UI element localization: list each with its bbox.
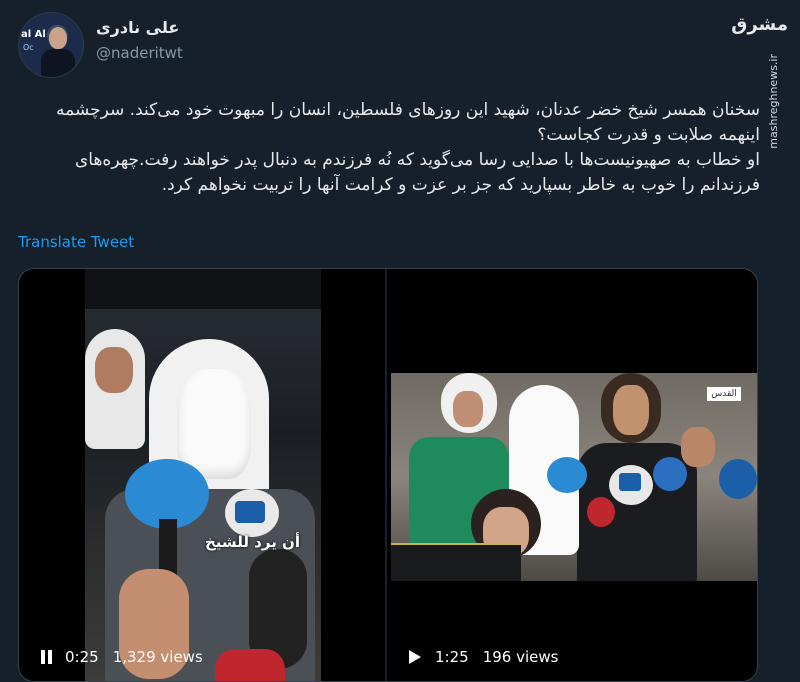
user-handle[interactable]: @naderitwt xyxy=(96,44,183,62)
translate-tweet-link[interactable]: Translate Tweet xyxy=(18,233,134,251)
pause-icon[interactable] xyxy=(41,650,53,664)
avatar-text-2: Oc xyxy=(23,43,34,52)
watermark-logo: مشرق xyxy=(731,14,788,35)
display-name[interactable]: علی نادری xyxy=(96,18,179,37)
view-count: 196 views xyxy=(482,648,559,666)
video-controls: 0:25 1,329 views xyxy=(19,633,385,681)
watermark-url: mashreghnews.ir xyxy=(767,54,780,149)
microphone-logo xyxy=(235,501,265,523)
tweet-text: سخنان همسر شیخ خضر عدنان، شهید این روزها… xyxy=(18,98,760,198)
microphone xyxy=(653,457,687,491)
video-controls: 1:25 196 views xyxy=(387,633,757,681)
avatar-text: al Al xyxy=(21,29,46,40)
video-player-1[interactable]: أن يرد للشيخ 0:25 1,329 views xyxy=(19,269,385,681)
person-face xyxy=(95,347,133,393)
video-player-2[interactable]: القدس 1:25 196 views xyxy=(387,269,757,681)
person-face xyxy=(681,427,715,467)
video-caption: أن يرد للشيخ xyxy=(205,533,301,551)
video-frame-1: أن يرد للشيخ xyxy=(85,269,321,681)
video-bg xyxy=(85,269,321,309)
person xyxy=(85,329,145,449)
video-time: 1:25 xyxy=(435,648,469,666)
person-face xyxy=(613,385,649,435)
play-icon[interactable] xyxy=(409,650,421,664)
banner xyxy=(391,543,521,581)
avatar[interactable]: al Al Oc xyxy=(18,12,84,78)
microphone-logo xyxy=(619,473,641,491)
video-time: 0:25 xyxy=(65,648,99,666)
tweet-paragraph: او خطاب به صهیونیست‌ها با صدایی رسا می‌گ… xyxy=(74,150,760,195)
tweet-paragraph: سخنان همسر شیخ خضر عدنان، شهید این روزها… xyxy=(56,100,760,145)
channel-logo: القدس xyxy=(707,387,741,401)
microphone xyxy=(587,497,615,527)
person-face xyxy=(453,391,483,427)
microphone xyxy=(719,459,757,499)
tweet-header: al Al Oc علی نادری @naderitwt xyxy=(18,12,730,82)
media-grid: أن يرد للشيخ 0:25 1,329 views القدس 1:25… xyxy=(18,268,758,682)
view-count: 1,329 views xyxy=(112,648,203,666)
veil xyxy=(177,369,251,479)
video-frame-2: القدس xyxy=(391,373,757,581)
avatar-face xyxy=(49,27,67,49)
microphone xyxy=(547,457,587,493)
avatar-suit xyxy=(41,49,75,77)
